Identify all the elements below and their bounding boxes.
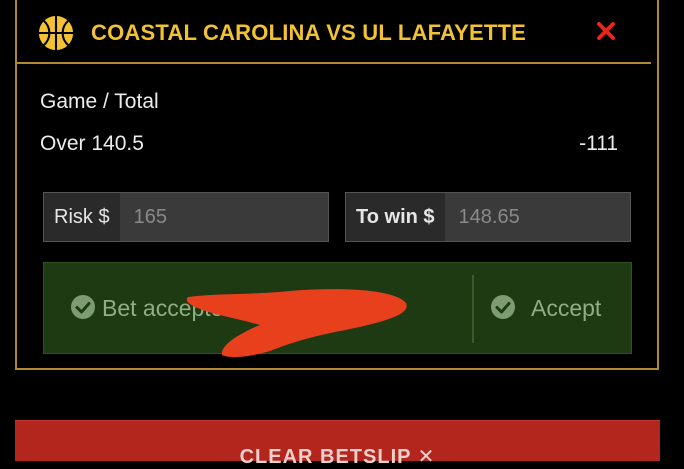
bet-type-label: Game / Total — [40, 90, 159, 113]
bet-odds: -111 — [579, 132, 618, 155]
basketball-icon — [38, 15, 74, 51]
to-win-label: To win $ — [346, 193, 445, 241]
betslip-window: COASTAL CAROLINA VS UL LAFAYETTE Game / … — [0, 0, 684, 468]
matchup-title: COASTAL CAROLINA VS UL LAFAYETTE — [91, 20, 527, 45]
check-circle-icon — [71, 295, 95, 319]
risk-label: Risk $ — [44, 193, 120, 241]
risk-value[interactable]: 165 — [120, 206, 167, 229]
accept-button[interactable]: Accept — [531, 295, 601, 322]
redaction-mark — [186, 289, 407, 358]
close-icon[interactable] — [591, 16, 621, 46]
clear-betslip-label: CLEAR BETSLIP ✕ — [239, 446, 436, 468]
clear-betslip-button[interactable]: CLEAR BETSLIP ✕ — [15, 420, 660, 468]
bet-selection: Over 140.5 — [40, 132, 144, 155]
status-divider — [472, 275, 474, 343]
risk-input[interactable]: Risk $ 165 — [43, 192, 329, 242]
check-circle-icon — [491, 295, 515, 319]
bet-card-header: COASTAL CAROLINA VS UL LAFAYETTE — [17, 0, 651, 64]
to-win-value[interactable]: 148.65 — [445, 206, 520, 229]
to-win-input[interactable]: To win $ 148.65 — [345, 192, 631, 242]
